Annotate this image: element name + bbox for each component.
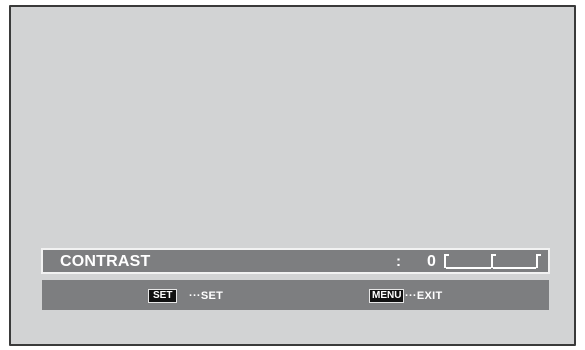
slider-knob[interactable] <box>491 254 496 268</box>
slider-track-right <box>493 267 536 269</box>
help-bar: SET ···SET MENU ···EXIT <box>42 280 549 310</box>
contrast-adjust-row[interactable]: CONTRAST : 0 <box>41 248 550 274</box>
contrast-slider[interactable] <box>444 253 541 271</box>
setting-value: 0 <box>427 253 436 270</box>
setting-label: CONTRAST <box>60 253 151 270</box>
menu-key-badge: MENU <box>369 289 405 303</box>
slider-left-cap <box>444 254 449 268</box>
slider-track-left <box>446 267 491 269</box>
label-separator: : <box>396 253 401 270</box>
slider-right-cap <box>536 254 541 268</box>
set-key-badge: SET <box>148 289 178 303</box>
exit-help-text: ···EXIT <box>405 290 443 302</box>
set-help-text: ···SET <box>189 290 224 302</box>
tv-screen: CONTRAST : 0 SET ···SET MENU ···EXIT <box>9 5 576 346</box>
